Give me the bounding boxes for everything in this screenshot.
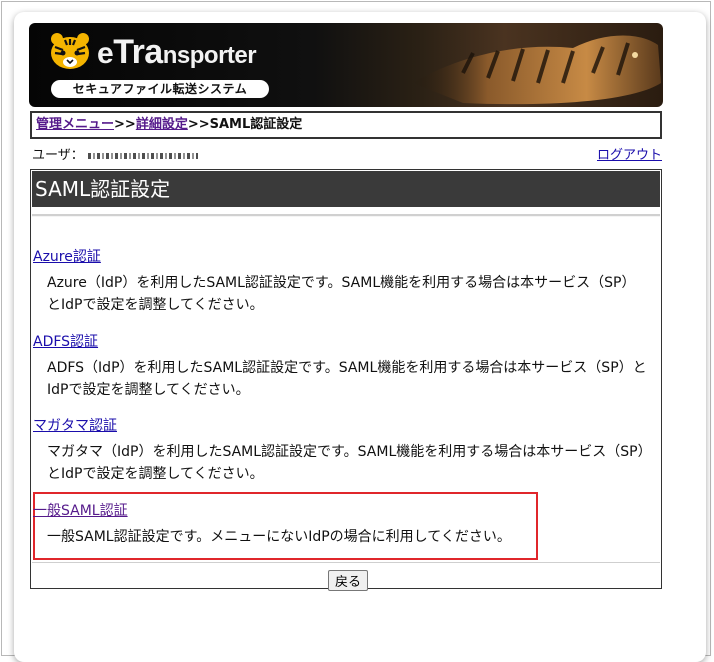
- divider: [32, 214, 660, 217]
- azure-auth-description: Azure（IdP）を利用したSAML認証設定です。SAML機能を利用する場合は…: [47, 275, 636, 313]
- logo-wordmark: eTransporter: [97, 33, 257, 71]
- breadcrumb-separator: >>: [187, 117, 210, 132]
- divider: [32, 562, 660, 563]
- breadcrumb-advanced-settings-link[interactable]: 詳細設定: [136, 117, 188, 132]
- user-label: ユーザ：: [32, 148, 84, 163]
- logout-link[interactable]: ログアウト: [597, 147, 662, 165]
- breadcrumb-admin-menu-link[interactable]: 管理メニュー: [36, 117, 114, 132]
- breadcrumb-current: SAML認証設定: [209, 117, 303, 132]
- user-row: ユーザ： ログアウト: [32, 147, 662, 165]
- tiger-logo-icon: [51, 33, 89, 69]
- magatama-auth-description: マガタマ（IdP）を利用したSAML認証設定です。SAML機能を利用する場合は本…: [47, 444, 645, 482]
- adfs-auth-link[interactable]: ADFS認証: [33, 331, 98, 351]
- breadcrumb: 管理メニュー>>詳細設定>>SAML認証設定: [30, 111, 662, 139]
- content-panel: SAML認証設定 Azure認証 Azure（IdP）を利用したSAML認証設定…: [30, 169, 662, 591]
- generic-saml-auth-description: 一般SAML認証設定です。メニューにないIdPの場合に利用してください。: [47, 529, 511, 545]
- tiger-image: [413, 35, 661, 105]
- back-button[interactable]: 戻る: [328, 570, 369, 591]
- logo-subtitle: セキュアファイル転送システム: [51, 80, 269, 98]
- magatama-auth-link[interactable]: マガタマ認証: [33, 415, 117, 435]
- generic-saml-auth-link[interactable]: 一般SAML認証: [33, 500, 128, 520]
- adfs-auth-description: ADFS（IdP）を利用したSAML認証設定です。SAML機能を利用する場合は本…: [47, 360, 647, 398]
- azure-auth-link[interactable]: Azure認証: [33, 246, 101, 266]
- breadcrumb-separator: >>: [114, 117, 136, 132]
- header-banner: eTransporter セキュアファイル転送システム: [29, 23, 663, 107]
- page-title: SAML認証設定: [32, 171, 660, 207]
- masked-username: [87, 152, 198, 159]
